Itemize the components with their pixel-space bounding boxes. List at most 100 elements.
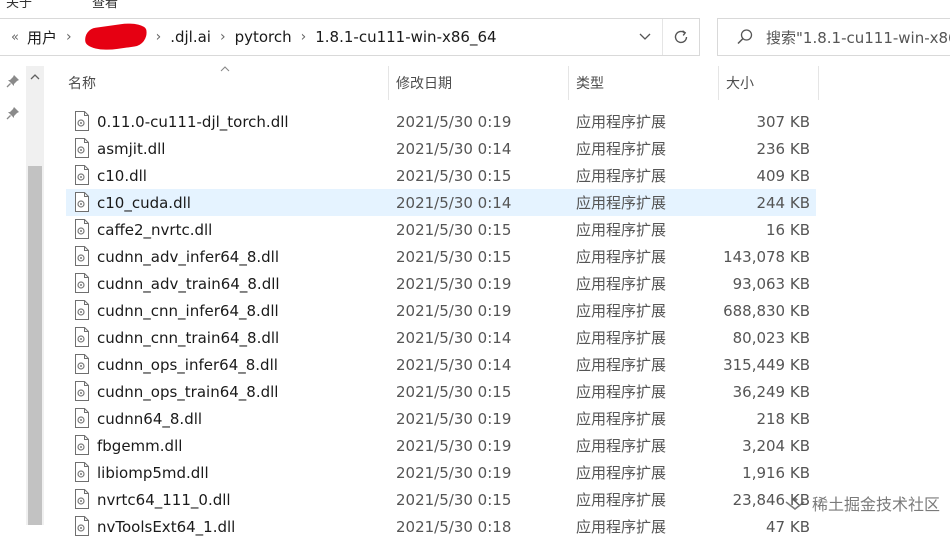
file-size: 244 KB (756, 193, 810, 212)
scrollbar-thumb[interactable] (28, 166, 42, 525)
breadcrumb: « 用户 › › .djl.ai › pytorch › 1.8.1-cu111… (11, 19, 497, 55)
file-row[interactable]: c10.dll 2021/5/30 0:15 应用程序扩展 409 KB (66, 162, 816, 189)
file-date: 2021/5/30 0:18 (396, 517, 512, 536)
file-size: 36,249 KB (732, 382, 810, 401)
file-date: 2021/5/30 0:15 (396, 382, 512, 401)
scroll-up-arrow-icon[interactable] (26, 66, 44, 88)
file-name: cudnn_cnn_infer64_8.dll (97, 301, 279, 320)
breadcrumb-item[interactable]: 1.8.1-cu111-win-x86_64 (315, 28, 496, 46)
dll-file-icon (75, 246, 89, 266)
dll-file-icon (75, 327, 89, 347)
file-date: 2021/5/30 0:15 (396, 220, 512, 239)
watermark: 稀土掘金技术社区 (784, 491, 940, 515)
file-size: 688,830 KB (723, 301, 810, 320)
file-name: c10_cuda.dll (97, 193, 191, 212)
file-row[interactable]: cudnn_cnn_infer64_8.dll 2021/5/30 0:19 应用程… (66, 297, 816, 324)
file-size: 218 KB (756, 409, 810, 428)
file-name: fbgemm.dll (97, 436, 183, 455)
file-date: 2021/5/30 0:15 (396, 490, 512, 509)
file-row[interactable]: cudnn_ops_train64_8.dll 2021/5/30 0:15 应用程… (66, 378, 816, 405)
file-date: 2021/5/30 0:19 (396, 409, 512, 428)
file-row[interactable]: libiomp5md.dll 2021/5/30 0:19 应用程序扩展 1,916 … (66, 459, 816, 486)
file-size: 47 KB (766, 517, 810, 536)
file-name: cudnn_ops_infer64_8.dll (97, 355, 278, 374)
chevron-down-icon (639, 33, 651, 40)
menu-item-partial[interactable]: 查看 (92, 0, 118, 10)
file-row[interactable]: cudnn_cnn_train64_8.dll 2021/5/30 0:14 应用程… (66, 324, 816, 351)
dll-file-icon (75, 381, 89, 401)
dll-file-icon (75, 273, 89, 293)
file-row[interactable]: caffe2_nvrtc.dll 2021/5/30 0:15 应用程序扩展 16 K… (66, 216, 816, 243)
file-row[interactable]: cudnn_ops_infer64_8.dll 2021/5/30 0:14 应用程… (66, 351, 816, 378)
file-date: 2021/5/30 0:14 (396, 193, 512, 212)
file-size: 315,449 KB (723, 355, 810, 374)
file-row[interactable]: 0.11.0-cu111-djl_torch.dll 2021/5/30 0:19… (66, 108, 816, 135)
file-type: 应用程序扩展 (576, 491, 667, 509)
refresh-icon (674, 30, 688, 44)
file-row[interactable]: cudnn_adv_infer64_8.dll 2021/5/30 0:15 应用程… (66, 243, 816, 270)
chevron-right-icon[interactable]: › (66, 29, 72, 45)
file-type: 应用程序扩展 (576, 194, 667, 212)
address-history-dropdown[interactable] (633, 19, 657, 55)
column-header-label: 大小 (726, 76, 754, 92)
file-row[interactable]: c10_cuda.dll 2021/5/30 0:14 应用程序扩展 244 KB (66, 189, 816, 216)
file-date: 2021/5/30 0:19 (396, 436, 512, 455)
dll-file-icon (75, 489, 89, 509)
file-type: 应用程序扩展 (576, 113, 667, 131)
file-name: nvToolsExt64_1.dll (97, 517, 236, 536)
breadcrumb-item[interactable]: pytorch (235, 28, 292, 46)
file-row[interactable]: cudnn_adv_train64_8.dll 2021/5/30 0:19 应用程… (66, 270, 816, 297)
column-divider[interactable] (568, 66, 569, 100)
search-input[interactable]: 搜索"1.8.1-cu111-win-x86_64" (717, 18, 950, 56)
column-header-row: 名称 修改日期 类型 大小 (60, 66, 820, 100)
file-row[interactable]: nvToolsExt64_1.dll 2021/5/30 0:18 应用程序扩展 47… (66, 513, 816, 540)
menu-strip: 关于 查看 (0, 0, 950, 10)
breadcrumb-root[interactable]: 用户 (27, 27, 57, 48)
chevron-right-icon[interactable]: › (301, 29, 307, 45)
search-icon (736, 28, 754, 46)
juejin-logo-icon (785, 497, 805, 510)
file-type: 应用程序扩展 (576, 383, 667, 401)
file-date: 2021/5/30 0:14 (396, 328, 512, 347)
nav-scrollbar[interactable] (26, 66, 44, 525)
chevron-right-icon[interactable]: › (220, 29, 226, 45)
dll-file-icon (75, 138, 89, 158)
column-header-label: 名称 (68, 76, 96, 92)
file-type: 应用程序扩展 (576, 221, 667, 239)
pin-icon[interactable] (6, 106, 20, 120)
file-list: 0.11.0-cu111-djl_torch.dll 2021/5/30 0:19… (66, 108, 816, 540)
pin-icon[interactable] (6, 74, 20, 88)
menu-item-partial[interactable]: 关于 (6, 0, 32, 10)
column-divider[interactable] (388, 66, 389, 100)
overflow-chevron-icon[interactable]: « (11, 30, 19, 45)
dll-file-icon (75, 435, 89, 455)
dll-file-icon (75, 111, 89, 131)
file-row[interactable]: nvrtc64_111_0.dll 2021/5/30 0:15 应用程序扩展 23,… (66, 486, 816, 513)
file-name: cudnn64_8.dll (97, 409, 203, 428)
address-bar[interactable]: « 用户 › › .djl.ai › pytorch › 1.8.1-cu111… (0, 18, 700, 56)
column-header-size[interactable]: 大小 (726, 66, 816, 100)
file-row[interactable]: cudnn64_8.dll 2021/5/30 0:19 应用程序扩展 218 KB (66, 405, 816, 432)
column-divider[interactable] (718, 66, 719, 100)
watermark-text: 稀土掘金技术社区 (811, 495, 940, 514)
file-type: 应用程序扩展 (576, 518, 667, 536)
dll-file-icon (75, 462, 89, 482)
column-divider[interactable] (818, 66, 819, 100)
dll-file-icon (75, 516, 89, 536)
file-row[interactable]: fbgemm.dll 2021/5/30 0:19 应用程序扩展 3,204 KB (66, 432, 816, 459)
column-header-date[interactable]: 修改日期 (396, 66, 566, 100)
chevron-right-icon[interactable]: › (156, 29, 162, 45)
file-name: cudnn_adv_train64_8.dll (97, 274, 280, 293)
column-header-label: 修改日期 (396, 76, 452, 92)
file-type: 应用程序扩展 (576, 275, 667, 293)
file-type: 应用程序扩展 (576, 140, 667, 158)
file-name: cudnn_adv_infer64_8.dll (97, 247, 279, 266)
refresh-button[interactable] (662, 19, 699, 55)
breadcrumb-item[interactable]: .djl.ai (170, 28, 211, 46)
file-row[interactable]: asmjit.dll 2021/5/30 0:14 应用程序扩展 236 KB (66, 135, 816, 162)
sort-caret-icon (220, 64, 230, 75)
redaction-mark (83, 20, 148, 54)
column-header-type[interactable]: 类型 (576, 66, 716, 100)
file-date: 2021/5/30 0:19 (396, 274, 512, 293)
dll-file-icon (75, 354, 89, 374)
